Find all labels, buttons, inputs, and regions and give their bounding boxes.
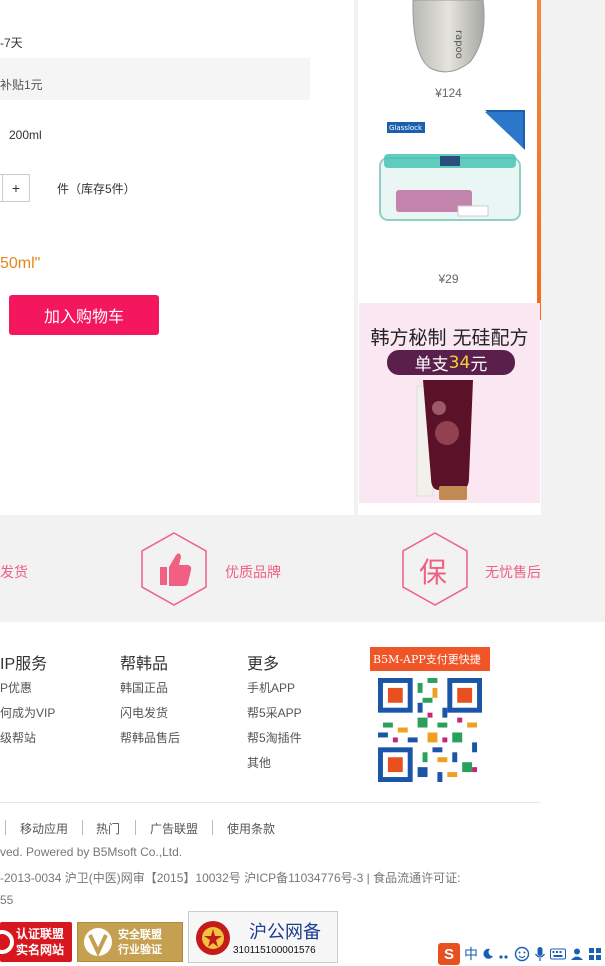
- promo-price-tag: 单支 34 元: [387, 350, 515, 375]
- footer-nav-mobile[interactable]: 移动应用: [20, 820, 68, 837]
- subsidy-text: 补贴1元: [0, 78, 43, 92]
- product-volume: 50ml": [0, 255, 41, 272]
- qr-code: [378, 678, 482, 782]
- safe-line2: 行业验证: [118, 943, 162, 956]
- moon-icon[interactable]: [482, 948, 494, 960]
- product-image: Glasslock: [379, 110, 525, 221]
- quantity-stepper: +: [0, 174, 30, 202]
- spec-option[interactable]: 200ml: [9, 128, 42, 142]
- thumbs-up-icon: [141, 532, 207, 606]
- police-title: 沪公网备: [249, 922, 321, 943]
- license-text: -2013-0034 沪卫(中医)网审【2015】10032号 沪ICP备110…: [0, 871, 461, 885]
- footer-link[interactable]: P优惠: [0, 679, 32, 696]
- footer-link[interactable]: 韩国正品: [120, 679, 168, 696]
- subsidy-info: 补贴1元: [0, 58, 310, 100]
- footer-link[interactable]: 其他: [247, 754, 271, 771]
- delivery-time: -7天: [0, 36, 23, 50]
- microphone-icon[interactable]: [534, 946, 546, 962]
- footer-link[interactable]: 帮5采APP: [247, 704, 302, 721]
- nav-separator: [135, 820, 136, 835]
- police-number: 310115100001576: [233, 945, 316, 956]
- safe-line1: 安全联盟: [118, 928, 162, 941]
- footer-link[interactable]: 手机APP: [247, 679, 295, 696]
- promo-price-suffix: 元: [470, 355, 488, 375]
- nav-separator: [82, 820, 83, 835]
- quantity-plus-button[interactable]: +: [2, 175, 29, 201]
- promo-product-image: [416, 380, 473, 500]
- app-download-badge[interactable]: B5M-APP支付更快捷: [370, 647, 490, 671]
- product-image: rapoo: [412, 0, 485, 73]
- footer-link[interactable]: 帮5淘插件: [247, 729, 302, 746]
- cert-badge[interactable]: 认证联盟 实名网站: [0, 922, 72, 962]
- footer-nav-hot[interactable]: 热门: [96, 820, 120, 837]
- footer-nav-terms[interactable]: 使用条款: [227, 820, 275, 837]
- user-icon[interactable]: [570, 947, 584, 961]
- recommend-item[interactable]: rapoo ¥124: [360, 0, 537, 104]
- ime-toolbar[interactable]: S 中: [436, 942, 605, 966]
- assurance-aftersale: 无忧售后: [485, 564, 541, 580]
- promo-price-value: 34: [448, 352, 471, 373]
- emoji-icon[interactable]: [514, 946, 530, 962]
- cert-line2: 实名网站: [16, 943, 65, 957]
- grid-menu-icon[interactable]: [588, 947, 602, 961]
- nav-separator: [5, 820, 6, 835]
- license-text-tail: 55: [0, 893, 14, 907]
- stock-count: 件（库存5件）: [57, 182, 136, 196]
- product-price: ¥124: [435, 86, 462, 100]
- nav-separator: [212, 820, 213, 835]
- footer-link[interactable]: 帮韩品售后: [120, 729, 180, 746]
- product-panel: -7天 补贴1元 200ml + 件（库存5件） 50ml" 加入购物车: [0, 0, 354, 515]
- recommend-item[interactable]: Glasslock ¥29: [360, 110, 537, 296]
- cert-line1: 认证联盟: [16, 927, 65, 941]
- footer-divider: [0, 802, 540, 803]
- footer-column-title: 帮韩品: [120, 656, 169, 673]
- promo-price-prefix: 单支: [414, 355, 449, 375]
- brand-label: Glasslock: [389, 124, 423, 132]
- shield-icon: [0, 930, 14, 954]
- footer-column-title: 更多: [247, 656, 280, 673]
- footer-link[interactable]: 何成为VIP: [0, 704, 55, 721]
- guarantee-glyph: 保: [419, 556, 448, 589]
- footer-link[interactable]: 级帮站: [0, 729, 36, 746]
- footer-column-title: IP服务: [0, 656, 48, 673]
- assurance-quality: 优质品牌: [225, 564, 281, 580]
- promo-headline: 韩方秘制 无硅配方: [370, 327, 529, 349]
- ime-lang[interactable]: 中: [464, 944, 478, 964]
- punctuation-icon[interactable]: [498, 948, 510, 960]
- police-record-badge[interactable]: 沪公网备 310115100001576: [188, 911, 338, 963]
- assurance-shipping: 发货: [0, 564, 28, 580]
- safety-badge[interactable]: 安全联盟 行业验证: [77, 922, 183, 962]
- copyright-text: ved. Powered by B5Msoft Co.,Ltd.: [0, 845, 183, 859]
- footer-nav-ads[interactable]: 广告联盟: [150, 820, 198, 837]
- police-emblem-icon: [196, 921, 230, 955]
- svg-text:rapoo: rapoo: [453, 30, 464, 59]
- keyboard-icon[interactable]: [550, 948, 566, 960]
- scroll-indicator: [537, 0, 541, 320]
- product-price: ¥29: [438, 272, 459, 286]
- footer-link[interactable]: 闪电发货: [120, 704, 168, 721]
- verified-v-icon: [84, 928, 112, 957]
- sogou-logo-icon[interactable]: S: [438, 943, 460, 965]
- add-to-cart-button[interactable]: 加入购物车: [9, 295, 159, 335]
- promo-banner[interactable]: 韩方秘制 无硅配方 单支 34 元: [359, 303, 540, 503]
